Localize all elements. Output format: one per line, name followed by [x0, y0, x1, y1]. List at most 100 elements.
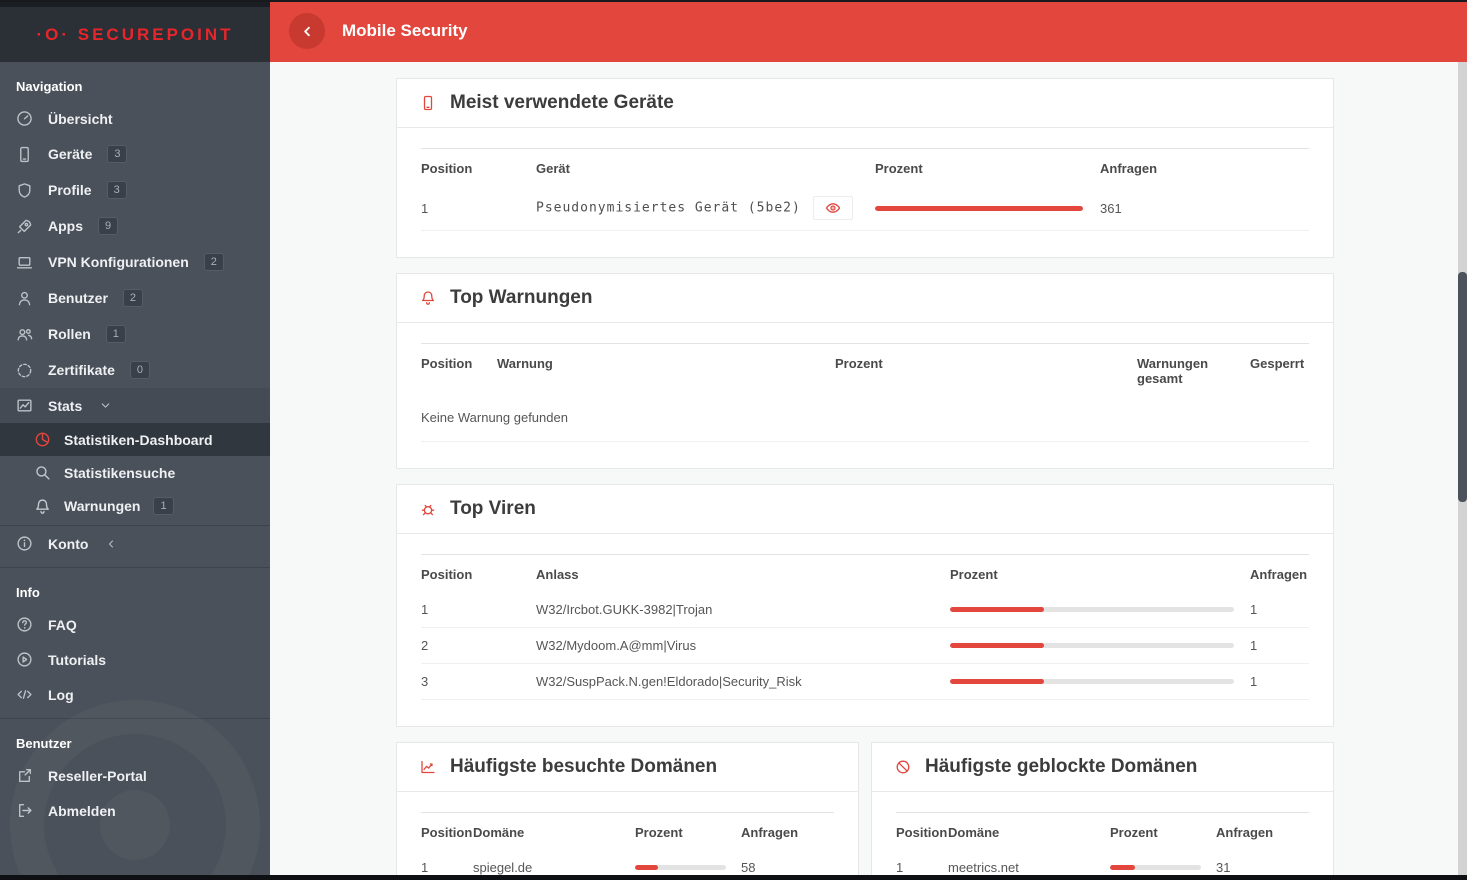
column-header: Warnung [497, 356, 553, 371]
page-title: Mobile Security [342, 21, 468, 40]
column-header: Position [421, 161, 473, 176]
info-circle-icon [16, 535, 33, 552]
card-title: Top Viren [450, 498, 536, 519]
card-header: Meist verwendete Geräte [397, 79, 1333, 128]
column-header: Prozent [875, 161, 923, 176]
card-body: Position Domäne Prozent Anfragen 1 meetr… [872, 792, 1333, 880]
count-badge: 9 [98, 217, 119, 235]
sidebar-item-rollen[interactable]: Rollen 1 [0, 316, 270, 352]
sidebar-item-label: VPN Konfigurationen [48, 254, 189, 270]
card-blocked-domains: Häufigste geblockte Domänen Position Dom… [871, 742, 1334, 880]
percent-bar [950, 607, 1234, 612]
user-icon [16, 290, 33, 307]
column-header: Domäne [473, 825, 525, 840]
sidebar-item-label: Übersicht [48, 110, 113, 127]
cell-position: 3 [421, 663, 536, 700]
column-header: Domäne [948, 825, 1000, 840]
sidebar-section-navigation: Navigation [16, 79, 83, 94]
cell-requests: 1 [1250, 663, 1309, 700]
sidebar-item-label: Statistikensuche [64, 464, 176, 481]
sidebar-item-label: Zertifikate [48, 362, 115, 378]
sidebar-item-geraete[interactable]: Geräte 3 [0, 136, 270, 172]
sidebar-item-zertifikate[interactable]: Zertifikate 0 [0, 352, 270, 388]
column-header: Prozent [835, 356, 883, 371]
card-body: Position Domäne Prozent Anfragen 1 spieg… [397, 792, 858, 880]
search-icon [34, 464, 51, 481]
laptop-icon [16, 254, 33, 271]
sidebar-item-faq[interactable]: FAQ [0, 607, 270, 642]
question-circle-icon [16, 616, 33, 633]
viruses-table: Position Anlass Prozent Anfragen 1 W32/I… [421, 554, 1309, 700]
count-badge: 3 [106, 181, 127, 199]
users-icon [16, 326, 33, 343]
card-body: Position Gerät Prozent Anfragen 1 Pseudo… [397, 128, 1333, 257]
card-title: Häufigste besuchte Domänen [450, 756, 718, 777]
cell-position: 2 [421, 627, 536, 664]
sidebar-section-info: Info [16, 585, 40, 600]
view-device-button[interactable] [812, 196, 853, 220]
table-row: 3 W32/SuspPack.N.gen!Eldorado|Security_R… [421, 663, 1309, 700]
sidebar-item-label: Warnungen [64, 498, 141, 514]
sidebar-item-reseller-portal[interactable]: Reseller-Portal [0, 758, 270, 793]
devices-table: Position Gerät Prozent Anfragen 1 Pseudo… [421, 148, 1309, 231]
sidebar-item-warnungen[interactable]: Warnungen 1 [0, 489, 270, 523]
count-badge: 1 [105, 325, 126, 343]
sidebar-item-label: FAQ [48, 616, 77, 633]
sidebar-item-abmelden[interactable]: Abmelden [0, 793, 270, 828]
count-badge: 0 [129, 361, 151, 379]
line-chart-icon [420, 759, 436, 775]
cell-position: 1 [421, 186, 536, 231]
sidebar-item-profile[interactable]: Profile 3 [0, 172, 270, 208]
securepoint-logo: ·O· SECUREPOINT [36, 24, 234, 44]
table-row: 2 W32/Mydoom.A@mm|Virus 1 [421, 627, 1309, 664]
bug-icon [420, 501, 436, 517]
vertical-scrollbar[interactable] [1458, 62, 1467, 880]
sidebar-item-tutorials[interactable]: Tutorials [0, 642, 270, 677]
sidebar-item-log[interactable]: Log [0, 677, 270, 712]
topbar: Mobile Security [270, 0, 1467, 62]
card-top-warnings: Top Warnungen Position Warnung Prozent W… [396, 273, 1334, 469]
column-header: Anfragen [1100, 161, 1158, 176]
logout-icon [16, 802, 33, 819]
cell-position: 1 [421, 592, 536, 628]
count-badge: 1 [153, 497, 174, 515]
card-title: Top Warnungen [450, 287, 593, 308]
column-header: Position [421, 825, 473, 840]
percent-bar [1110, 865, 1201, 870]
area-chart-icon [16, 397, 33, 414]
sidebar-item-label: Log [48, 686, 74, 703]
sidebar-item-statistiken-dashboard[interactable]: Statistiken-Dashboard [0, 423, 270, 456]
back-button[interactable] [289, 13, 325, 49]
chevron-left-icon [300, 24, 315, 39]
smartphone-icon [420, 95, 436, 111]
logo-area: ·O· SECUREPOINT [0, 0, 270, 62]
sidebar-item-statistikensuche[interactable]: Statistikensuche [0, 456, 270, 489]
sidebar-item-stats[interactable]: Stats [0, 388, 270, 423]
sidebar-item-label: Geräte [48, 146, 93, 162]
cell-virus-name: W32/Mydoom.A@mm|Virus [536, 627, 950, 664]
column-header: Prozent [635, 825, 683, 840]
sidebar-item-vpn-konfigurationen[interactable]: VPN Konfigurationen 2 [0, 244, 270, 280]
table-row: 1 W32/Ircbot.GUKK-3982|Trojan 1 [421, 592, 1309, 628]
sidebar-item-label: Abmelden [48, 802, 116, 819]
window-bottom-border [0, 875, 1467, 880]
code-icon [16, 686, 33, 703]
column-header: Anfragen [741, 825, 799, 840]
column-header: Prozent [1110, 825, 1158, 840]
cell-virus-name: W32/Ircbot.GUKK-3982|Trojan [536, 592, 950, 628]
sidebar-item-konto[interactable]: Konto [0, 525, 270, 561]
smartphone-icon [16, 146, 33, 163]
sidebar-item-benutzer[interactable]: Benutzer 2 [0, 280, 270, 316]
sidebar-item-apps[interactable]: Apps 9 [0, 208, 270, 244]
sidebar-item-label: Stats [48, 397, 83, 414]
sidebar-item-label: Konto [48, 535, 89, 552]
column-header: Position [421, 356, 473, 371]
certificate-seal-icon [16, 362, 33, 379]
ban-icon [895, 759, 911, 775]
count-badge: 3 [107, 145, 128, 163]
sidebar-item-uebersicht[interactable]: Übersicht [0, 101, 270, 136]
scrollbar-thumb[interactable] [1458, 272, 1467, 502]
cell-virus-name: W32/SuspPack.N.gen!Eldorado|Security_Ris… [536, 663, 950, 700]
sidebar-item-label: Apps [48, 218, 83, 234]
gauge-icon [16, 110, 33, 127]
